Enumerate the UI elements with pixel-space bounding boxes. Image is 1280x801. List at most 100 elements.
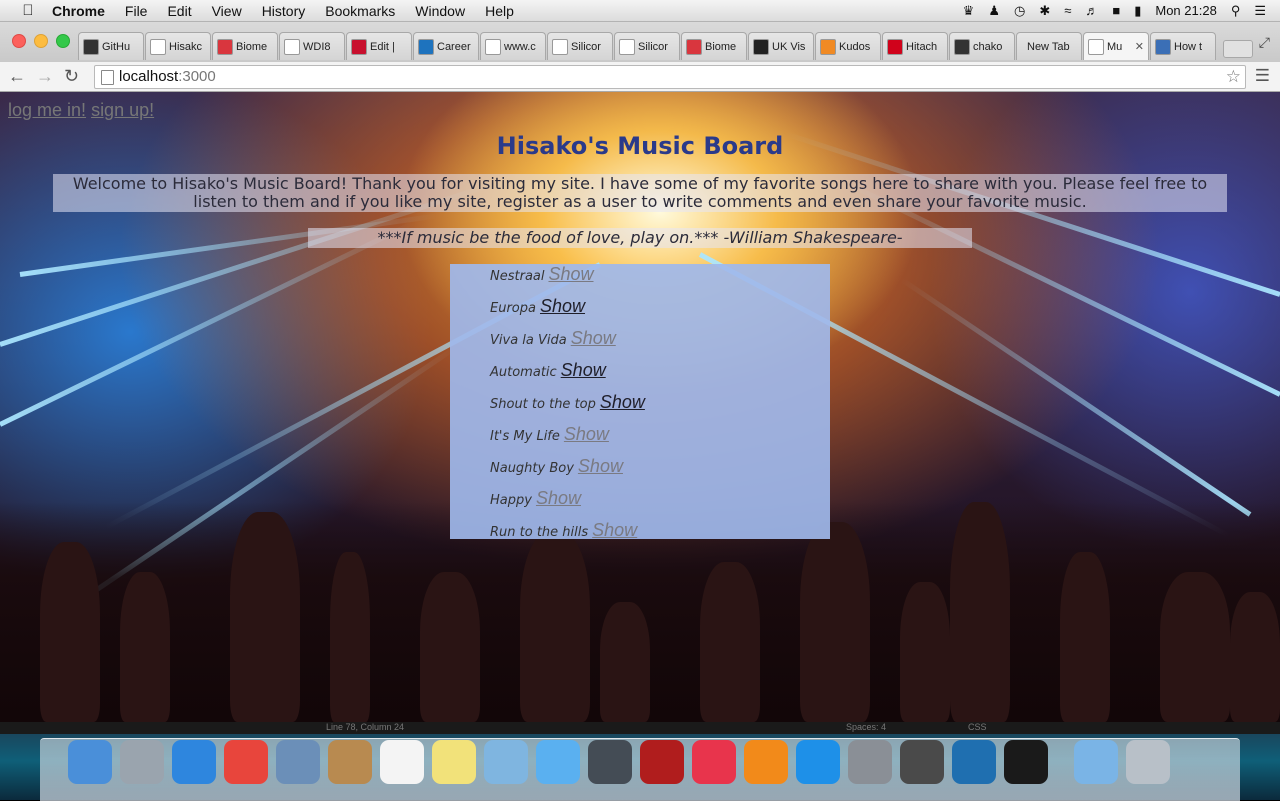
- page-title: Hisako's Music Board: [496, 132, 784, 160]
- bluetooth-icon[interactable]: ✱: [1039, 3, 1050, 19]
- tab-strip: GitHu Hisakc Biome WDI8 Edit | Career www.c Sil…: [0, 22, 1280, 62]
- song-title: Viva la Vida: [490, 333, 567, 348]
- menu-file[interactable]: File: [125, 3, 148, 19]
- show-link[interactable]: Show: [578, 456, 623, 476]
- chrome-icon[interactable]: [224, 740, 268, 784]
- show-link[interactable]: Show: [592, 520, 637, 540]
- login-link[interactable]: log me in!: [8, 100, 86, 120]
- facetime-icon[interactable]: [588, 740, 632, 784]
- address-bar[interactable]: localhost:3000 ☆: [94, 65, 1246, 89]
- menu-app-name[interactable]: Chrome: [52, 3, 105, 19]
- battery-icon[interactable]: ▮: [1134, 3, 1141, 19]
- show-link[interactable]: Show: [561, 360, 606, 380]
- page-icon: [1088, 38, 1104, 55]
- trash-icon[interactable]: [1126, 740, 1170, 784]
- browser-tab[interactable]: Mu ✕: [1083, 32, 1149, 60]
- browser-tab[interactable]: Edit |: [346, 32, 412, 60]
- back-arrow-icon[interactable]: ←: [8, 66, 26, 87]
- safari-icon[interactable]: [172, 740, 216, 784]
- browser-tab[interactable]: Biome: [212, 32, 278, 60]
- signup-link[interactable]: sign up!: [91, 100, 154, 120]
- light-beam: [900, 277, 1252, 517]
- tab-label: www.c: [504, 40, 536, 53]
- forward-arrow-icon[interactable]: →: [36, 66, 54, 87]
- welcome-message: Welcome to Hisako's Music Board! Thank y…: [53, 174, 1227, 212]
- apple-icon[interactable]: : [18, 2, 38, 19]
- notes-icon[interactable]: [432, 740, 476, 784]
- menu-help[interactable]: Help: [485, 3, 514, 19]
- browser-tab[interactable]: UK Vis: [748, 32, 814, 60]
- clock[interactable]: Mon 21:28: [1155, 3, 1216, 18]
- show-link[interactable]: Show: [600, 392, 645, 412]
- song-title: Shout to the top: [490, 397, 596, 412]
- browser-tab[interactable]: How t: [1150, 32, 1216, 60]
- tab-label: WDI8: [303, 40, 331, 53]
- raised-hand: [330, 552, 370, 722]
- fullscreen-icon[interactable]: ⤢: [1259, 34, 1270, 51]
- itunes-icon[interactable]: [692, 740, 736, 784]
- messages-icon[interactable]: [536, 740, 580, 784]
- browser-tab[interactable]: Biome: [681, 32, 747, 60]
- browser-tab[interactable]: Silicor: [547, 32, 613, 60]
- notification-icon[interactable]: ♟: [988, 3, 1000, 19]
- time-machine-icon[interactable]: ◷: [1014, 3, 1025, 19]
- show-link[interactable]: Show: [540, 296, 585, 316]
- mail-icon[interactable]: [276, 740, 320, 784]
- zoom-window-button[interactable]: [56, 34, 70, 48]
- minimize-window-button[interactable]: [34, 34, 48, 48]
- menu-history[interactable]: History: [262, 3, 306, 19]
- folder-icon[interactable]: [1074, 740, 1118, 784]
- finder-icon[interactable]: [68, 740, 112, 784]
- system-preferences-icon[interactable]: [848, 740, 892, 784]
- quote: ***If music be the food of love, play on…: [308, 228, 972, 248]
- flag-uk-icon[interactable]: ■: [1112, 3, 1120, 18]
- contacts-icon[interactable]: [328, 740, 372, 784]
- browser-tab[interactable]: Kudos: [815, 32, 881, 60]
- close-window-button[interactable]: [12, 34, 26, 48]
- app-store-icon[interactable]: [796, 740, 840, 784]
- menu-view[interactable]: View: [212, 3, 242, 19]
- menu-window[interactable]: Window: [415, 3, 465, 19]
- photobooth-icon[interactable]: [640, 740, 684, 784]
- browser-tab[interactable]: Hitach: [882, 32, 948, 60]
- chrome-menu-icon[interactable]: ☰: [1255, 66, 1270, 86]
- show-link[interactable]: Show: [536, 488, 581, 508]
- browser-tab[interactable]: Silicor: [614, 32, 680, 60]
- new-tab-button[interactable]: [1223, 40, 1253, 58]
- hipchat-icon[interactable]: [952, 740, 996, 784]
- close-tab-icon[interactable]: ✕: [1135, 40, 1144, 53]
- preview-icon[interactable]: [484, 740, 528, 784]
- page-icon: [150, 38, 166, 55]
- browser-tab[interactable]: GitHu: [78, 32, 144, 60]
- browser-tab[interactable]: Career: [413, 32, 479, 60]
- menu-bookmarks[interactable]: Bookmarks: [325, 3, 395, 19]
- browser-tab[interactable]: WDI8: [279, 32, 345, 60]
- bookmark-star-icon[interactable]: ☆: [1226, 66, 1241, 88]
- song-item: Europa Show: [490, 296, 585, 317]
- wifi-icon[interactable]: ≈: [1064, 3, 1071, 18]
- browser-tab[interactable]: Hisakc: [145, 32, 211, 60]
- browser-tab[interactable]: www.c: [480, 32, 546, 60]
- calendar-icon[interactable]: [380, 740, 424, 784]
- show-link[interactable]: Show: [571, 328, 616, 348]
- show-link[interactable]: Show: [564, 424, 609, 444]
- tab-label: Silicor: [638, 40, 668, 53]
- spotlight-icon[interactable]: ⚲: [1231, 3, 1241, 19]
- raised-hand: [40, 542, 100, 722]
- menu-edit[interactable]: Edit: [167, 3, 191, 19]
- window-controls: [12, 34, 70, 48]
- sublime-text-icon[interactable]: [900, 740, 944, 784]
- launchpad-icon[interactable]: [120, 740, 164, 784]
- browser-tab[interactable]: chako: [949, 32, 1015, 60]
- show-link[interactable]: Show: [548, 264, 593, 284]
- ie-icon: [418, 38, 434, 55]
- list-icon[interactable]: ☰: [1254, 3, 1266, 19]
- volume-icon[interactable]: ♬: [1085, 3, 1098, 18]
- terminal-icon[interactable]: [1004, 740, 1048, 784]
- song-title: Nestraal: [490, 269, 545, 284]
- reload-icon[interactable]: ↻: [64, 66, 79, 87]
- raised-hand: [800, 522, 870, 722]
- browser-tab[interactable]: New Tab: [1016, 32, 1082, 60]
- evernote-icon[interactable]: ♛: [963, 3, 975, 19]
- ibooks-icon[interactable]: [744, 740, 788, 784]
